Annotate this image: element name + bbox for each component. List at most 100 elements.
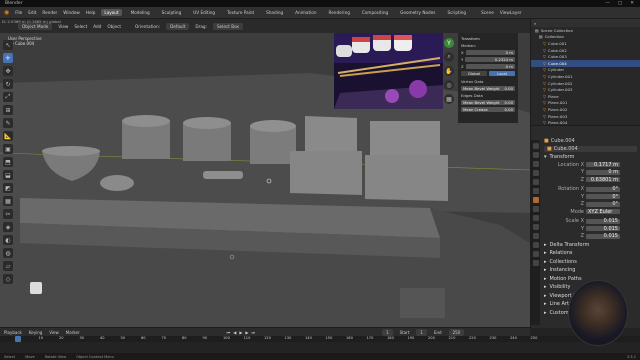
close-icon[interactable]: ✕ bbox=[630, 1, 634, 6]
outliner-row[interactable]: ▤ Collection bbox=[531, 34, 640, 41]
drag-dropdown[interactable]: Select Box bbox=[212, 22, 244, 30]
outliner-row[interactable]: ▽ Cylinder.001 bbox=[531, 73, 640, 80]
object-menu[interactable]: Object bbox=[107, 24, 121, 29]
tab-animation[interactable]: Animation bbox=[292, 9, 319, 16]
outliner-row[interactable]: ▽ Cube.002 bbox=[531, 47, 640, 54]
tab-compositing[interactable]: Compositing bbox=[359, 9, 391, 16]
add-cube-tool-icon[interactable]: ▣ bbox=[3, 144, 13, 154]
zoom-icon[interactable]: ⌕ bbox=[444, 52, 454, 62]
smooth-tool-icon[interactable]: ◍ bbox=[3, 248, 13, 258]
keying-menu[interactable]: Keying bbox=[29, 330, 42, 335]
menu-window[interactable]: Window bbox=[63, 10, 80, 15]
outliner-row-selected[interactable]: ▽ Cube.004 bbox=[531, 59, 640, 67]
scale-tool-icon[interactable]: ⤢ bbox=[3, 92, 13, 102]
add-menu[interactable]: Add bbox=[93, 24, 101, 29]
texture-tab-icon[interactable] bbox=[532, 260, 539, 266]
delta-transform-section[interactable]: ▸ Delta Transform bbox=[544, 242, 637, 249]
bevel-tool-icon[interactable]: ◩ bbox=[3, 183, 13, 193]
scale-z-field[interactable]: 0.015 bbox=[586, 233, 620, 239]
rotation-z-field[interactable]: 0° bbox=[586, 201, 620, 207]
outliner-row[interactable]: ▽ Plane.002 bbox=[531, 106, 640, 113]
scale-y-field[interactable]: 0.015 bbox=[586, 226, 620, 232]
outliner-row[interactable]: ▽ Plane.001 bbox=[531, 100, 640, 107]
tweak-tool-icon[interactable]: ↖ bbox=[3, 40, 13, 50]
loop-cut-tool-icon[interactable]: ▦ bbox=[3, 196, 13, 206]
timeline-ruler[interactable]: 0102030405060708090100110120130140150160… bbox=[0, 336, 640, 342]
global-button[interactable]: Global bbox=[461, 71, 487, 76]
object-tab-icon[interactable] bbox=[532, 197, 539, 203]
object-name-field[interactable]: Cube.004 bbox=[554, 146, 578, 152]
outliner-row[interactable]: ▽ Cylinder.003 bbox=[531, 86, 640, 93]
transform-section[interactable]: ▾ Transform bbox=[544, 154, 637, 161]
data-tab-icon[interactable] bbox=[532, 242, 539, 248]
playhead[interactable] bbox=[15, 336, 21, 342]
transform-tool-icon[interactable]: ⊞ bbox=[3, 105, 13, 115]
grid-icon[interactable]: ▦ bbox=[444, 94, 454, 104]
physics-tab-icon[interactable] bbox=[532, 224, 539, 230]
scene-tab-icon[interactable] bbox=[532, 179, 539, 185]
tool-tab-icon[interactable] bbox=[532, 143, 539, 149]
tab-texture-paint[interactable]: Texture Paint bbox=[224, 9, 257, 16]
end-frame-field[interactable]: 250 bbox=[448, 328, 465, 336]
tab-scripting[interactable]: Scripting bbox=[444, 9, 469, 16]
relations-section[interactable]: ▸ Relations bbox=[544, 250, 637, 257]
material-tab-icon[interactable] bbox=[532, 251, 539, 257]
rotation-y-field[interactable]: 0° bbox=[586, 194, 620, 200]
move-tool-icon[interactable]: ✥ bbox=[3, 66, 13, 76]
tab-rendering[interactable]: Rendering bbox=[326, 9, 353, 16]
outliner-row[interactable]: ▽ Plane bbox=[531, 93, 640, 100]
view-menu[interactable]: View bbox=[58, 24, 68, 29]
playback-menu[interactable]: Playback bbox=[4, 330, 22, 335]
rotation-x-field[interactable]: 0° bbox=[586, 186, 620, 192]
outliner-row[interactable]: ▽ Plane.004 bbox=[531, 119, 640, 126]
instancing-section[interactable]: ▸ Instancing bbox=[544, 267, 637, 274]
tab-sculpting[interactable]: Sculpting bbox=[159, 9, 185, 16]
inset-tool-icon[interactable]: ⬓ bbox=[3, 170, 13, 180]
axis-y-icon[interactable]: Y bbox=[444, 38, 454, 48]
tab-shading[interactable]: Shading bbox=[263, 9, 286, 16]
jump-end-icon[interactable]: ⏭ bbox=[251, 330, 255, 335]
median-x-field[interactable]: 0 m bbox=[465, 50, 515, 55]
rotate-tool-icon[interactable]: ↻ bbox=[3, 79, 13, 89]
camera-view-icon[interactable] bbox=[30, 282, 42, 294]
scale-x-field[interactable]: 0.015 bbox=[586, 218, 620, 224]
outliner-filter-icon[interactable]: ⌕ bbox=[534, 21, 536, 26]
timeline-view-menu[interactable]: View bbox=[49, 330, 59, 335]
tab-layout[interactable]: Layout bbox=[101, 9, 122, 16]
output-tab-icon[interactable] bbox=[532, 161, 539, 167]
jump-start-icon[interactable]: ⏮ bbox=[227, 330, 231, 335]
world-tab-icon[interactable] bbox=[532, 188, 539, 194]
next-key-icon[interactable]: ▶ bbox=[245, 330, 248, 335]
rotation-mode-dropdown[interactable]: XYZ Euler bbox=[586, 209, 620, 215]
camera-icon[interactable]: ◎ bbox=[444, 80, 454, 90]
maximize-icon[interactable]: □ bbox=[618, 1, 622, 6]
cursor-tool-icon[interactable]: ✛ bbox=[3, 53, 13, 63]
outliner-row[interactable]: ▽ Cube.001 bbox=[531, 40, 640, 47]
outliner-row[interactable]: ▤ Scene Collection bbox=[531, 27, 640, 34]
extrude-tool-icon[interactable]: ⬒ bbox=[3, 157, 13, 167]
mean-crease[interactable]: Mean Crease 0.00 bbox=[461, 107, 515, 112]
start-frame-field[interactable]: 1 bbox=[416, 328, 427, 336]
tab-modeling[interactable]: Modeling bbox=[128, 9, 153, 16]
outliner-row[interactable]: ▽ Cylinder.002 bbox=[531, 80, 640, 87]
rip-tool-icon[interactable]: ◇ bbox=[3, 274, 13, 284]
menu-file[interactable]: File bbox=[15, 10, 22, 15]
play-icon[interactable]: ▶ bbox=[239, 330, 242, 335]
outliner-row[interactable]: ▽ Cube.003 bbox=[531, 53, 640, 60]
annotate-tool-icon[interactable]: ✎ bbox=[3, 118, 13, 128]
spin-tool-icon[interactable]: ◐ bbox=[3, 235, 13, 245]
scene-selector[interactable]: Scene bbox=[481, 10, 494, 15]
menu-help[interactable]: Help bbox=[86, 10, 96, 15]
pan-hand-icon[interactable]: ✋ bbox=[444, 66, 454, 76]
location-z-field[interactable]: 0.63801 m bbox=[586, 177, 620, 183]
minimize-icon[interactable]: — bbox=[605, 1, 610, 6]
poly-build-tool-icon[interactable]: ◈ bbox=[3, 222, 13, 232]
menu-render[interactable]: Render bbox=[42, 10, 57, 15]
location-x-field[interactable]: 0.1717 m bbox=[586, 162, 620, 168]
shear-tool-icon[interactable]: ▱ bbox=[3, 261, 13, 271]
local-button[interactable]: Local bbox=[489, 71, 515, 76]
view-layer-tab-icon[interactable] bbox=[532, 170, 539, 176]
outliner-row[interactable]: ▽ Plane.003 bbox=[531, 113, 640, 120]
particles-tab-icon[interactable] bbox=[532, 215, 539, 221]
median-y-field[interactable]: 0.2324 m bbox=[465, 57, 515, 62]
